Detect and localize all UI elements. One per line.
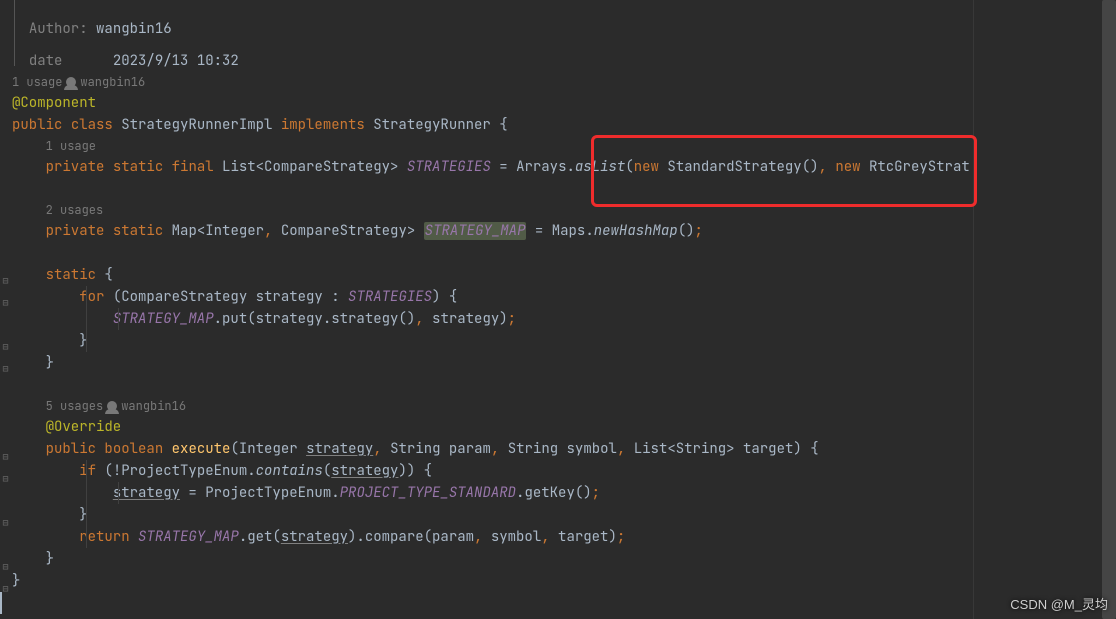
code-line: } <box>12 504 970 526</box>
code-line: } <box>12 352 970 374</box>
right-margin-guide <box>973 0 974 619</box>
user-icon <box>107 401 117 411</box>
fold-end-icon[interactable]: ⊟ <box>1 364 10 373</box>
fold-end-icon[interactable]: ⊟ <box>1 342 10 351</box>
fold-marker-icon[interactable]: ⊟ <box>1 276 10 285</box>
doc-line: Author: wangbin16 <box>12 0 970 50</box>
usage-hint: 1 usage wangbin16 <box>12 72 970 92</box>
fold-end-icon[interactable]: ⊟ <box>1 562 10 571</box>
usage-hint: 5 usages wangbin16 <box>12 396 970 416</box>
code-line: } <box>12 330 970 352</box>
code-editor[interactable]: ⊟ ⊟ ⊟ ⊟ ⊟ ⊟ ⊟ ⊟ ⊟ Author: wangbin16 date… <box>0 0 970 614</box>
blank-line <box>12 242 970 264</box>
fold-marker-icon[interactable]: ⊟ <box>1 298 10 307</box>
code-line: if (!ProjectTypeEnum.contains(strategy))… <box>12 460 970 482</box>
fold-end-icon[interactable]: ⊟ <box>1 584 10 593</box>
blank-line <box>12 178 970 200</box>
code-line-strategies: private static final List<CompareStrateg… <box>12 156 970 178</box>
code-line: public boolean execute(Integer strategy,… <box>12 438 970 460</box>
scroll-thumb[interactable] <box>1102 0 1116 619</box>
code-line: @Override <box>12 416 970 438</box>
code-line: @Component <box>12 92 970 114</box>
caret-line <box>12 592 970 614</box>
code-line: } <box>12 548 970 570</box>
code-line: public class StrategyRunnerImpl implemen… <box>12 114 970 136</box>
doc-line: date 2023/9/13 10:32 <box>12 50 970 72</box>
scrollbar[interactable] <box>1102 0 1116 619</box>
user-icon <box>66 77 76 87</box>
usage-hint: 2 usages <box>12 200 970 220</box>
fold-end-icon[interactable]: ⊟ <box>1 518 10 527</box>
usage-hint: 1 usage <box>12 136 970 156</box>
code-line: STRATEGY_MAP.put(strategy.strategy(), st… <box>12 308 970 330</box>
code-line: } <box>12 570 970 592</box>
code-line: for (CompareStrategy strategy : STRATEGI… <box>12 286 970 308</box>
blank-line <box>12 374 970 396</box>
code-line: strategy = ProjectTypeEnum.PROJECT_TYPE_… <box>12 482 970 504</box>
fold-marker-icon[interactable]: ⊟ <box>1 452 10 461</box>
code-line: private static Map<Integer, CompareStrat… <box>12 220 970 242</box>
code-line: return STRATEGY_MAP.get(strategy).compar… <box>12 526 970 548</box>
fold-marker-icon[interactable]: ⊟ <box>1 474 10 483</box>
code-line: static { <box>12 264 970 286</box>
watermark: CSDN @M_灵均 <box>1010 594 1108 613</box>
gutter: ⊟ ⊟ ⊟ ⊟ ⊟ ⊟ ⊟ ⊟ ⊟ <box>0 0 12 614</box>
